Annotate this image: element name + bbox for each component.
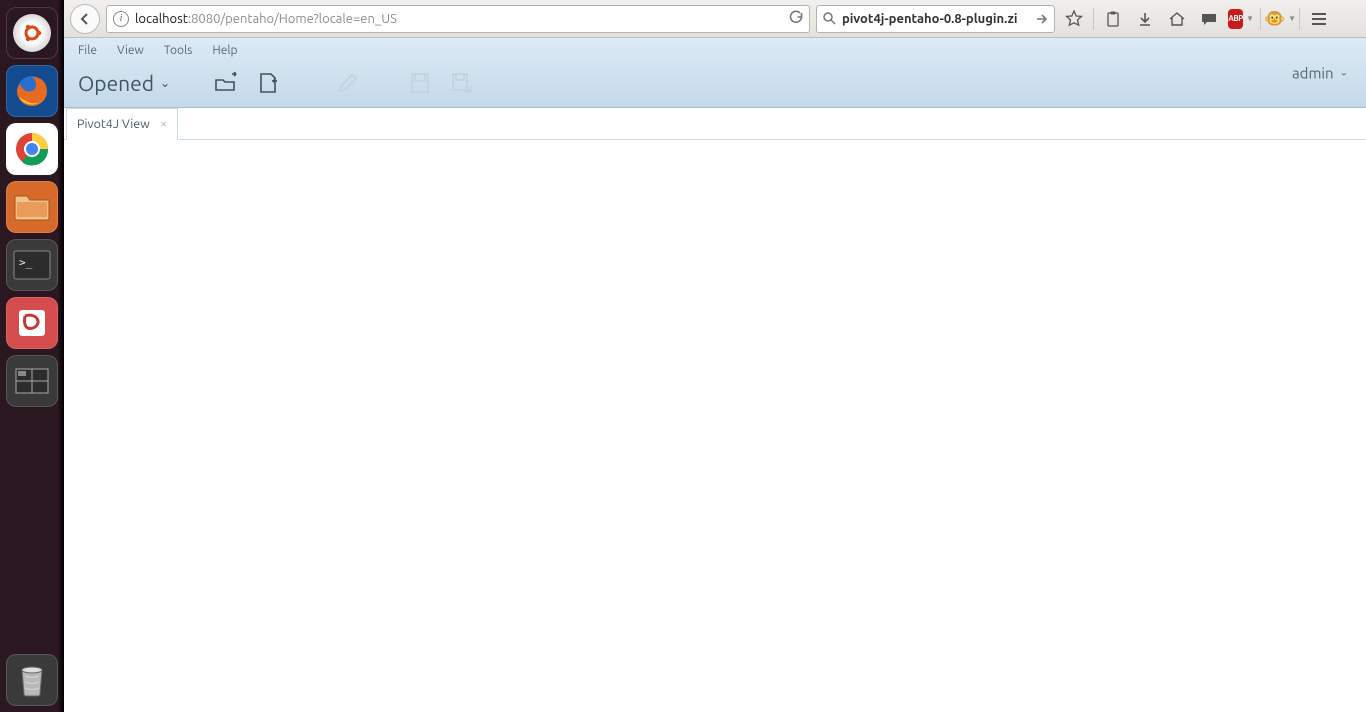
svg-text:>_: >_ [19, 256, 33, 269]
close-icon[interactable]: × [160, 117, 167, 131]
save-as-button [450, 71, 474, 95]
info-icon[interactable]: i [113, 11, 129, 27]
browser-window: i localhost:8080/pentaho/Home?locale=en_… [64, 0, 1366, 712]
ubuntu-icon [19, 20, 45, 46]
go-icon[interactable] [1035, 12, 1048, 25]
adblock-button[interactable]: ABP ▼ [1228, 6, 1254, 32]
chat-button[interactable] [1196, 6, 1222, 32]
reader-icon [15, 306, 49, 340]
terminal-icon: >_ [12, 249, 52, 281]
search-bar[interactable]: pivot4j-pentaho-0.8-plugin.zi [816, 5, 1055, 33]
trash-icon [17, 662, 47, 698]
tab-label: Pivot4J View [77, 117, 150, 131]
chevron-down-icon: ▼ [1246, 14, 1254, 23]
perspective-label: Opened [78, 71, 154, 95]
launcher-dash[interactable] [6, 7, 58, 59]
chat-icon [1200, 11, 1218, 27]
launcher-trash[interactable] [6, 654, 58, 706]
monkey-icon: 🐵 [1264, 9, 1285, 29]
url-bar[interactable]: i localhost:8080/pentaho/Home?locale=en_… [106, 5, 810, 33]
workspace-icon [15, 368, 49, 394]
url-text: localhost:8080/pentaho/Home?locale=en_US [135, 12, 397, 26]
chrome-icon [12, 129, 52, 169]
menu-file[interactable]: File [78, 44, 97, 57]
save-as-icon [451, 72, 473, 94]
launcher-reader[interactable] [6, 297, 58, 349]
menu-button[interactable] [1306, 6, 1332, 32]
chevron-down-icon: ⌄ [160, 76, 170, 90]
pentaho-tab-strip: Pivot4J View × [64, 108, 1366, 140]
pentaho-toolbar: Opened ⌄ [64, 57, 1366, 107]
user-menu[interactable]: admin ⌄ [1292, 64, 1348, 81]
downloads-button[interactable] [1132, 6, 1158, 32]
download-icon [1137, 11, 1153, 27]
launcher-terminal[interactable]: >_ [6, 239, 58, 291]
menu-help[interactable]: Help [212, 44, 237, 57]
home-icon [1168, 11, 1186, 27]
reload-icon[interactable] [789, 10, 803, 27]
open-icon [214, 72, 238, 94]
folder-icon [13, 192, 51, 222]
back-button[interactable] [70, 4, 100, 34]
pencil-icon [337, 72, 359, 94]
library-button[interactable] [1100, 6, 1126, 32]
home-button[interactable] [1164, 6, 1190, 32]
firefox-toolbar: i localhost:8080/pentaho/Home?locale=en_… [64, 0, 1366, 38]
unity-launcher: >_ [0, 0, 64, 712]
chevron-down-icon: ⌄ [1340, 67, 1348, 79]
open-button[interactable] [214, 71, 238, 95]
chevron-down-icon: ▼ [1288, 14, 1296, 23]
save-icon [410, 72, 430, 94]
firefox-icon [12, 71, 52, 111]
launcher-files[interactable] [6, 181, 58, 233]
perspective-dropdown[interactable]: Opened ⌄ [78, 71, 170, 95]
pentaho-header: File View Tools Help Opened ⌄ [64, 38, 1366, 108]
search-text: pivot4j-pentaho-0.8-plugin.zi [842, 12, 1018, 26]
menu-view[interactable]: View [117, 44, 144, 57]
pentaho-content [64, 140, 1366, 712]
tab-pivot4j[interactable]: Pivot4J View × [66, 108, 178, 140]
star-icon [1065, 10, 1083, 28]
user-label: admin [1292, 64, 1334, 81]
menu-tools[interactable]: Tools [164, 44, 193, 57]
new-icon [258, 72, 278, 94]
hamburger-icon [1311, 12, 1327, 26]
abp-icon: ABP [1228, 9, 1243, 29]
save-button [408, 71, 432, 95]
greasemonkey-button[interactable]: 🐵 ▼ [1267, 6, 1293, 32]
bookmark-star-button[interactable] [1061, 6, 1087, 32]
launcher-chrome[interactable] [6, 123, 58, 175]
search-icon [823, 12, 836, 25]
clipboard-icon [1105, 10, 1121, 28]
launcher-firefox[interactable] [6, 65, 58, 117]
pentaho-app: File View Tools Help Opened ⌄ [64, 38, 1366, 712]
launcher-workspace[interactable] [6, 355, 58, 407]
pentaho-menu-bar: File View Tools Help [64, 38, 1366, 57]
new-button[interactable] [256, 71, 280, 95]
back-icon [78, 12, 92, 26]
edit-button [336, 71, 360, 95]
